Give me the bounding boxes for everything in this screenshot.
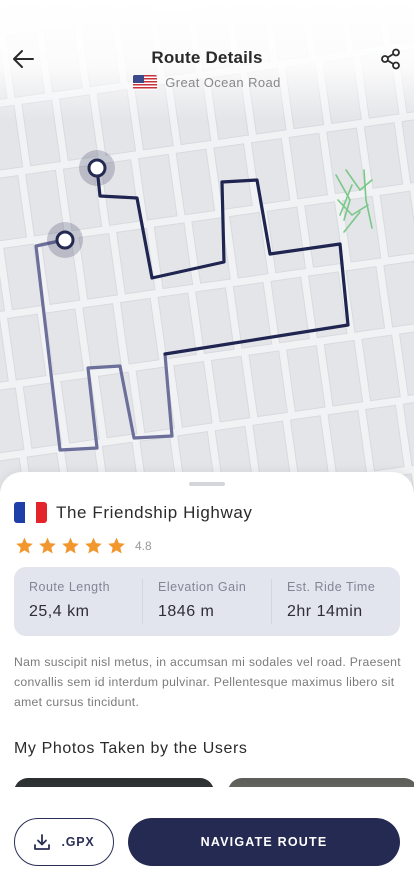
stat-value: 25,4 km (29, 603, 90, 620)
end-marker[interactable] (47, 222, 83, 258)
stat-label: Route Length (29, 580, 111, 594)
download-icon (34, 834, 51, 850)
share-button[interactable] (378, 46, 404, 72)
route-location: Great Ocean Road (0, 75, 414, 90)
stat-ride-time: Est. Ride Time 2hr 14min (272, 567, 400, 636)
navigate-route-button[interactable]: NAVIGATE ROUTE (128, 818, 400, 866)
stat-label: Est. Ride Time (287, 580, 376, 594)
stat-label: Elevation Gain (158, 580, 247, 594)
star-icon (16, 537, 33, 554)
route-name: The Friendship Highway (56, 502, 253, 522)
stat-value: 2hr 14min (287, 603, 363, 620)
page-title: Route Details (151, 48, 263, 67)
gpx-label: .GPX (61, 835, 95, 849)
stat-value: 1846 m (158, 603, 215, 620)
route-description: Nam suscipit nisl metus, in accumsan mi … (14, 655, 401, 709)
route-rating: 4.8 (14, 536, 152, 556)
stat-elevation-gain: Elevation Gain 1846 m (143, 567, 271, 636)
star-icon (62, 537, 79, 554)
route-stats: Route Length 25,4 km Elevation Gain 1846… (14, 567, 400, 636)
fr-flag-icon (14, 502, 47, 523)
route-name-row: The Friendship Highway (14, 502, 253, 523)
route-details-screen: Route Details Great Ocean Road The Frien… (0, 0, 414, 896)
header: Route Details Great Ocean Road (0, 0, 414, 110)
download-gpx-button[interactable]: .GPX (14, 818, 114, 866)
navigate-label: NAVIGATE ROUTE (200, 835, 328, 849)
sheet-drag-handle[interactable] (189, 482, 225, 486)
star-icon (85, 537, 102, 554)
star-icon (108, 537, 125, 554)
share-icon (381, 48, 400, 70)
rating-value: 4.8 (135, 539, 152, 553)
photos-section-title: My Photos Taken by the Users (14, 740, 248, 757)
stat-route-length: Route Length 25,4 km (14, 567, 142, 636)
action-bar: .GPX NAVIGATE ROUTE (0, 787, 414, 896)
location-label: Great Ocean Road (165, 75, 281, 90)
us-flag-icon (133, 75, 158, 90)
star-icon (39, 537, 56, 554)
start-marker[interactable] (79, 150, 115, 186)
